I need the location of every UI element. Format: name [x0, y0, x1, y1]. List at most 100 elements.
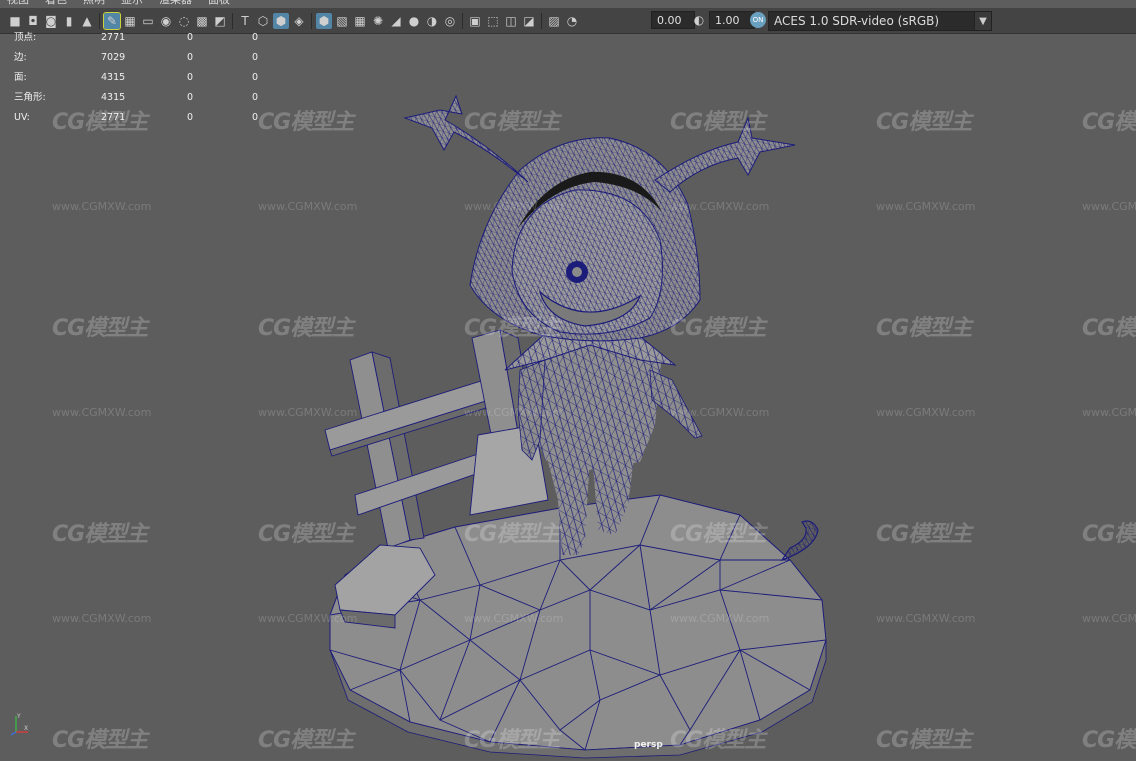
gamma-icon[interactable]: ◐ [691, 12, 707, 28]
watermark-url: www.CGMXW.com [52, 612, 152, 625]
hud-row-label: 面: [14, 72, 27, 83]
smooth-shade-icon[interactable]: ⬢ [273, 12, 289, 29]
backface-icon[interactable]: ▨ [546, 13, 562, 29]
watermark-logo: CG模型主 [670, 522, 766, 547]
hud-row-value: 0 [187, 72, 194, 83]
watermark-url: www.CGMXW.com [464, 612, 564, 625]
toolbar-separator [99, 12, 100, 29]
watermark-logo: CG模型主 [670, 316, 766, 341]
watermark-logo: CG模型主 [464, 522, 560, 547]
hud-row-label: 顶点: [14, 32, 37, 43]
toolbar-separator [462, 12, 463, 29]
xray-active-icon[interactable]: ◪ [521, 13, 537, 29]
panel-menu-bar: 视图着色照明显示渲染器面板 [0, 0, 1136, 6]
watermark-logo: CG模型主 [670, 110, 766, 135]
watermark-url: www.CGMXW.com [670, 200, 770, 213]
watermark-url: www.CGMXW.com [1082, 406, 1136, 419]
watermark-url: www.CGMXW.com [464, 200, 564, 213]
hud-row-label: 三角形: [14, 92, 46, 103]
watermark-logo: CG模型主 [876, 728, 972, 753]
depth-of-field-icon[interactable]: ▣ [467, 13, 483, 29]
watermark-url: www.CGMXW.com [876, 200, 976, 213]
menu-item-4[interactable]: 渲染器 [152, 0, 201, 6]
gate-mask-icon[interactable]: ◌ [176, 13, 192, 29]
hud-row-value: 0 [187, 112, 194, 123]
colorspace-value: ACES 1.0 SDR-video (sRGB) [774, 14, 940, 28]
safe-title-icon[interactable]: T [237, 13, 253, 29]
watermark-url: www.CGMXW.com [670, 612, 770, 625]
watermark-url: www.CGMXW.com [1082, 612, 1136, 625]
menu-item-1[interactable]: 着色 [38, 0, 76, 6]
grease-pencil-icon[interactable]: ✎ [103, 11, 121, 30]
watermark-url: www.CGMXW.com [464, 406, 564, 419]
watermark-logo: CG模型主 [876, 522, 972, 547]
axis-x-label: X [24, 725, 28, 732]
menu-item-5[interactable]: 面板 [201, 0, 239, 6]
hud-row: 面: 4315 0 0 [14, 68, 274, 88]
watermark-url: www.CGMXW.com [876, 406, 976, 419]
camera-lock-icon[interactable]: ◘ [25, 13, 41, 29]
menu-item-0[interactable]: 视图 [0, 0, 38, 6]
tail-mesh [780, 520, 819, 562]
bookmark-icon[interactable]: ▮ [61, 13, 77, 29]
lights-icon[interactable]: ✺ [370, 13, 386, 29]
view-axis-indicator: Y X [10, 713, 28, 736]
hud-row-value: 4315 [101, 92, 126, 103]
resolution-gate-icon[interactable]: ◉ [158, 13, 174, 29]
exposure-icon[interactable]: ◔ [564, 13, 580, 29]
watermark-url: www.CGMXW.com [258, 200, 358, 213]
default-material-icon[interactable]: ◈ [291, 13, 307, 29]
perspective-viewport[interactable]: CG模型主 CG模型主 CG模型主 CG模型主 CG模型主 CG模型主 CG模型主 CG模型主… [0, 34, 1136, 761]
watermark-logo: CG模型主 [464, 728, 560, 753]
menu-item-2[interactable]: 照明 [76, 0, 114, 6]
film-gate-icon[interactable]: ▭ [140, 13, 156, 29]
grid-icon[interactable]: ▦ [122, 13, 138, 29]
axis-y-label: Y [16, 713, 21, 720]
hud-row-value: 0 [252, 112, 259, 123]
image-plane-icon[interactable]: ▲ [79, 13, 95, 29]
textures-icon[interactable]: ▦ [352, 13, 368, 29]
hud-row-value: 0 [252, 72, 259, 83]
wireframe-icon[interactable]: ⬡ [255, 13, 271, 29]
xray-icon[interactable]: ▧ [334, 13, 350, 29]
hud-row-value: 0 [252, 92, 259, 103]
watermark-logo: CG模型主 [1082, 728, 1136, 753]
scene-wireframe [324, 94, 827, 759]
watermark-logo: CG模型主 [258, 316, 354, 341]
camera-attr-icon[interactable]: ◙ [43, 13, 59, 29]
chevron-down-icon: ▼ [974, 12, 991, 30]
hud-row-value: 7029 [101, 52, 126, 63]
watermark-logo: CG模型主 [258, 522, 354, 547]
watermark-url: www.CGMXW.com [52, 200, 152, 213]
menu-item-3[interactable]: 显示 [114, 0, 152, 6]
color-management-toggle[interactable]: ON [750, 12, 766, 28]
anti-alias-icon[interactable]: ◎ [442, 13, 458, 29]
motion-blur-icon[interactable]: ◑ [424, 13, 440, 29]
camera-name-label: persp [634, 740, 663, 750]
hud-row: 边: 7029 0 0 [14, 48, 274, 68]
watermark-logo: CG模型主 [464, 110, 560, 135]
watermark-logo: CG模型主 [1082, 316, 1136, 341]
gamma-field[interactable]: 1.00 [709, 11, 755, 29]
watermark-url: www.CGMXW.com [1082, 200, 1136, 213]
shadows-icon[interactable]: ◢ [388, 13, 404, 29]
xray-joints-icon[interactable]: ◫ [503, 13, 519, 29]
hud-row-value: 0 [187, 32, 194, 43]
exposure-field[interactable]: 0.00 [651, 11, 695, 29]
field-chart-icon[interactable]: ▩ [194, 13, 210, 29]
watermark-logo: CG模型主 [52, 522, 148, 547]
watermark-logo: CG模型主 [52, 316, 148, 341]
hud-row: 三角形: 4315 0 0 [14, 88, 274, 108]
ambient-occlusion-icon[interactable]: ● [406, 13, 422, 29]
toolbar-separator [311, 12, 312, 29]
safe-action-icon[interactable]: ◩ [212, 13, 228, 29]
watermark-logo: CG模型主 [670, 728, 766, 753]
toolbar-separator [541, 12, 542, 29]
colorspace-dropdown[interactable]: ACES 1.0 SDR-video (sRGB) ▼ [768, 11, 992, 31]
hud-row: UV: 2771 0 0 [14, 108, 274, 128]
isolate-select-icon[interactable]: ⬚ [485, 13, 501, 29]
wireframe-on-shaded-icon[interactable]: ⬢ [316, 12, 332, 29]
watermark-logo: CG模型主 [1082, 522, 1136, 547]
camera-icon[interactable]: ■ [7, 13, 23, 29]
watermark-url: www.CGMXW.com [258, 406, 358, 419]
